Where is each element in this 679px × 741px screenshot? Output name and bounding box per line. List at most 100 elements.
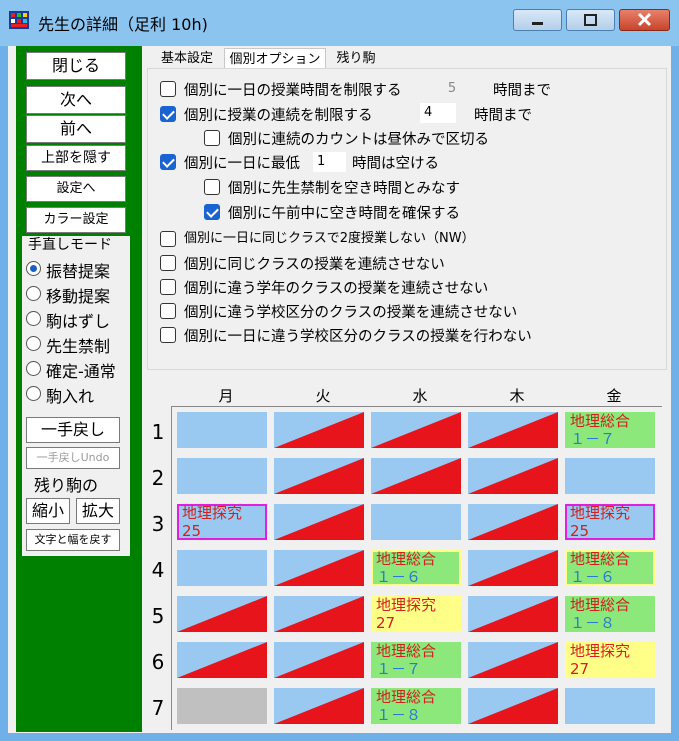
- timetable-cell-free[interactable]: [371, 504, 461, 540]
- blocked-triangle-icon: [468, 642, 558, 678]
- blocked-triangle-icon: [177, 596, 267, 632]
- timetable-cell-lesson[interactable]: 地理探究 25: [177, 504, 267, 540]
- blocked-triangle-icon: [371, 412, 461, 448]
- timetable-cell-blocked[interactable]: [371, 412, 461, 448]
- undo-alt-button[interactable]: 一手戻しUndo: [26, 447, 120, 469]
- timetable-cell-blocked[interactable]: [468, 412, 558, 448]
- radio-selected-icon: [26, 261, 41, 276]
- timetable-cell-blocked[interactable]: [468, 642, 558, 678]
- lesson-text: 地理総合 １－８: [376, 688, 436, 724]
- reset-text-button[interactable]: 文字と幅を戻す: [26, 529, 120, 551]
- lesson-text: 地理総合 １－６: [376, 550, 436, 586]
- title-bar[interactable]: 先生の詳細（足利 10h): [0, 0, 679, 46]
- blocked-triangle-icon: [468, 596, 558, 632]
- timetable-cell-blocked[interactable]: [468, 458, 558, 494]
- timetable-cell-lesson[interactable]: 地理探究 25: [565, 504, 655, 540]
- checkbox-icon: [204, 130, 220, 146]
- maximize-button[interactable]: [566, 9, 615, 31]
- checkbox-icon: [160, 231, 176, 247]
- timetable-cell-blocked[interactable]: [468, 596, 558, 632]
- timetable-cell-lesson[interactable]: 地理総合 １－７: [565, 412, 655, 448]
- edit-mode-panel: 手直しモード 振替提案 移動提案 駒はずし 先生禁制 確定-通常 駒入れ 一手戻…: [22, 236, 130, 556]
- timetable-cell-blocked[interactable]: [468, 550, 558, 586]
- consecutive-hours-suffix: 時間まで: [474, 108, 532, 124]
- close-button[interactable]: 閉じる: [26, 52, 126, 80]
- maximize-icon: [584, 14, 597, 26]
- timetable-cell-lesson[interactable]: 地理総合 １－６: [371, 550, 461, 586]
- blocked-triangle-icon: [274, 550, 364, 586]
- color-settings-button[interactable]: カラー設定: [26, 207, 126, 233]
- day-header-wed: 水: [412, 387, 428, 405]
- timetable-cell-blocked[interactable]: [274, 688, 364, 724]
- checkbox-checked-icon: [160, 154, 176, 170]
- timetable-cell-free[interactable]: [177, 458, 267, 494]
- min-free-input[interactable]: 1: [313, 152, 346, 172]
- timetable-cell-blocked[interactable]: [274, 412, 364, 448]
- timetable-cell-lesson[interactable]: 地理総合 １－８: [371, 688, 461, 724]
- blocked-triangle-icon: [274, 458, 364, 494]
- prev-button[interactable]: 前へ: [26, 115, 126, 143]
- timetable-cell-blocked[interactable]: [274, 504, 364, 540]
- timetable-cell-blocked[interactable]: [274, 458, 364, 494]
- radio-icon: [26, 361, 41, 376]
- blocked-triangle-icon: [177, 642, 267, 678]
- timetable-cell-free[interactable]: [565, 688, 655, 724]
- timetable-cell-blocked[interactable]: [274, 642, 364, 678]
- timetable-cell-blocked[interactable]: [177, 642, 267, 678]
- period-label-1: 1: [151, 420, 165, 444]
- close-window-button[interactable]: [619, 9, 670, 31]
- lesson-text: 地理探究 27: [570, 642, 630, 678]
- timetable-cell-blocked[interactable]: [468, 688, 558, 724]
- hide-top-button[interactable]: 上部を隠す: [26, 145, 126, 171]
- lesson-text: 地理総合 １－８: [570, 596, 630, 632]
- timetable-cell-lesson[interactable]: 地理総合 １－８: [565, 596, 655, 632]
- timetable-cell-lesson[interactable]: 地理探究 27: [371, 596, 461, 632]
- tab-remaining[interactable]: 残り駒: [332, 49, 380, 69]
- daily-hours-input[interactable]: 5: [435, 79, 469, 99]
- timetable-cell-free[interactable]: [177, 550, 267, 586]
- timetable-cell-lesson[interactable]: 地理探究 27: [565, 642, 655, 678]
- radio-icon: [26, 311, 41, 326]
- blocked-triangle-icon: [371, 458, 461, 494]
- radio-icon: [26, 286, 41, 301]
- timetable-cell-free[interactable]: [565, 458, 655, 494]
- lesson-class: １－７: [570, 430, 616, 448]
- lesson-subject: 地理探究: [570, 642, 631, 660]
- next-button[interactable]: 次へ: [26, 86, 126, 114]
- blocked-triangle-icon: [274, 504, 364, 540]
- timetable-cell-free[interactable]: [177, 412, 267, 448]
- timetable-cell-blocked[interactable]: [371, 458, 461, 494]
- timetable-cell-disabled[interactable]: [177, 688, 267, 724]
- timetable-cell-blocked[interactable]: [274, 550, 364, 586]
- lesson-subject: 地理探究: [376, 596, 437, 614]
- lesson-subject: 地理総合: [376, 642, 437, 660]
- lesson-class: １－８: [376, 706, 422, 724]
- checkbox-icon: [204, 179, 220, 195]
- minimize-button[interactable]: [513, 9, 562, 31]
- tab-individual-options[interactable]: 個別オプション: [224, 48, 326, 70]
- options-panel: 個別に一日の授業時間を制限する 5 時間まで 個別に授業の連続を制限する 4 時…: [147, 68, 667, 370]
- checkbox-icon: [160, 255, 176, 271]
- day-header-thu: 木: [509, 387, 525, 405]
- consecutive-hours-input[interactable]: 4: [420, 103, 456, 123]
- timetable-cell-blocked[interactable]: [468, 504, 558, 540]
- undo-button[interactable]: 一手戻し: [26, 417, 120, 443]
- tab-basic[interactable]: 基本設定: [154, 49, 220, 69]
- lesson-subject: 地理総合: [570, 412, 631, 430]
- timetable-cell-blocked[interactable]: [177, 596, 267, 632]
- timetable-cell-blocked[interactable]: [274, 596, 364, 632]
- timetable-grid: 地理総合 １－７ 地理探究 25 地理探究 25 地理総合 １－６ 地理総合 １－６ 地理探究 27 地…: [171, 406, 662, 730]
- enlarge-button[interactable]: 拡大: [76, 498, 120, 524]
- to-settings-button[interactable]: 設定へ: [26, 176, 126, 202]
- blocked-triangle-icon: [274, 596, 364, 632]
- checkbox-icon: [160, 81, 176, 97]
- checkbox-icon: [160, 327, 176, 343]
- shrink-button[interactable]: 縮小: [26, 498, 70, 524]
- lesson-subject: 地理探究: [182, 504, 243, 522]
- timetable-cell-lesson[interactable]: 地理総合 １－６: [565, 550, 655, 586]
- daily-hours-suffix: 時間まで: [493, 83, 551, 99]
- lesson-text: 地理総合 １－７: [376, 642, 436, 678]
- lesson-text: 地理探究 25: [570, 504, 630, 540]
- min-free-suffix: 時間は空ける: [352, 156, 439, 172]
- timetable-cell-lesson[interactable]: 地理総合 １－７: [371, 642, 461, 678]
